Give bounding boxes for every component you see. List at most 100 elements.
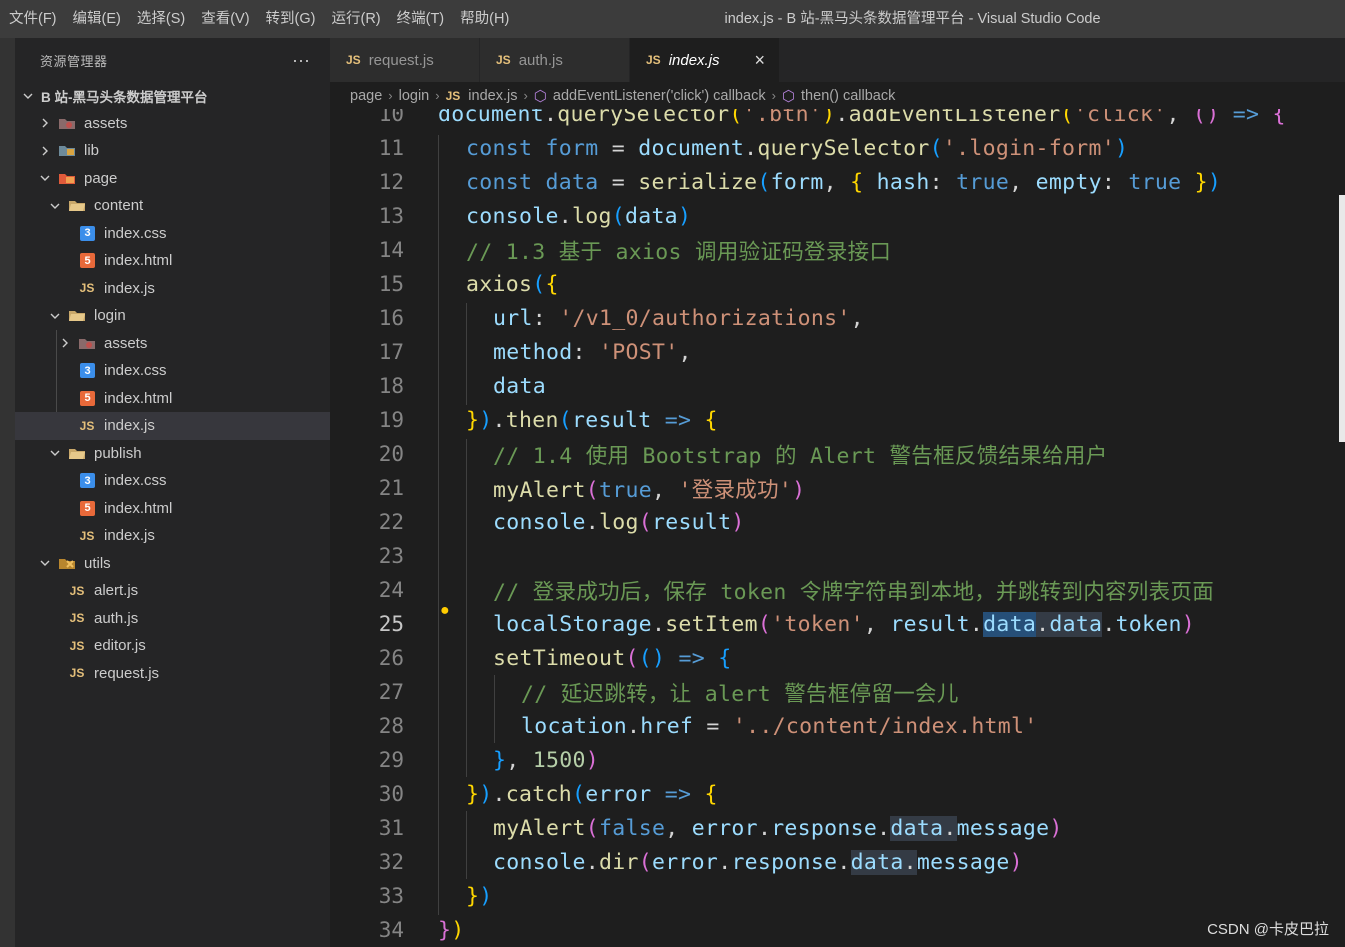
tab-request-js[interactable]: JS request.js bbox=[330, 38, 480, 82]
chevron-right-icon: › bbox=[771, 88, 776, 103]
folder-open-icon bbox=[68, 447, 86, 460]
tree-file-publish-index-css[interactable]: 3 index.css bbox=[15, 467, 330, 495]
tree-file-publish-index-html[interactable]: 5 index.html bbox=[15, 495, 330, 523]
code-line: 27 // 延迟跳转，让 alert 警告框停留一会儿 bbox=[330, 675, 1345, 709]
code-line: 28 location.href = '../content/index.htm… bbox=[330, 709, 1345, 743]
code-text: url: '/v1_0/authorizations', bbox=[493, 305, 864, 331]
chevron-down-icon bbox=[38, 171, 52, 185]
explorer-header: 资源管理器 ··· bbox=[15, 38, 330, 82]
menu-selection[interactable]: 选择(S) bbox=[130, 0, 194, 38]
chevron-right-icon: › bbox=[523, 88, 528, 103]
tree-file-publish-index-js[interactable]: JS index.js bbox=[15, 522, 330, 550]
menu-terminal[interactable]: 终端(T) bbox=[390, 0, 454, 38]
tree-file-alert-js[interactable]: JS alert.js bbox=[15, 577, 330, 605]
code-text: console.log(data) bbox=[466, 203, 692, 229]
tree-file-content-index-js[interactable]: JS index.js bbox=[15, 275, 330, 303]
tree-item-label: lib bbox=[84, 142, 100, 160]
tree-folder-publish[interactable]: publish bbox=[15, 440, 330, 468]
code-line: 10 document.querySelector('.btn').addEve… bbox=[330, 109, 1345, 131]
chevron-down-icon bbox=[21, 89, 35, 103]
tree-file-content-index-css[interactable]: 3 index.css bbox=[15, 220, 330, 248]
tree-file-auth-js[interactable]: JS auth.js bbox=[15, 605, 330, 633]
more-actions-icon[interactable]: ··· bbox=[292, 51, 310, 69]
workspace-root[interactable]: B 站-黑马头条数据管理平台 bbox=[15, 82, 330, 110]
code-line: 34 }) bbox=[330, 913, 1345, 947]
tree-file-login-index-html[interactable]: 5 index.html bbox=[15, 385, 330, 413]
line-number: 20 bbox=[378, 442, 404, 466]
menu-help[interactable]: 帮助(H) bbox=[453, 0, 518, 38]
js-file-icon: JS bbox=[79, 418, 95, 433]
breadcrumb-item[interactable]: login bbox=[399, 88, 430, 104]
code-text: localStorage.setItem('token', result.dat… bbox=[493, 611, 1196, 637]
breadcrumb-item[interactable]: addEventListener('click') callback bbox=[553, 88, 766, 104]
code-text: method: 'POST', bbox=[493, 339, 692, 365]
tab-label: index.js bbox=[668, 51, 720, 69]
code-line-current: 25 localStorage.setItem('token', result.… bbox=[330, 607, 1345, 641]
html-file-icon: 5 bbox=[80, 500, 95, 516]
code-text: axios({ bbox=[466, 271, 559, 297]
code-line: 16 url: '/v1_0/authorizations', bbox=[330, 301, 1345, 335]
tree-item-label: index.css bbox=[104, 362, 167, 380]
breadcrumb-item[interactable]: page bbox=[350, 88, 382, 104]
tree-item-label: assets bbox=[84, 114, 128, 132]
code-line: 31 myAlert(false, error.response.data.me… bbox=[330, 811, 1345, 845]
lightbulb-icon[interactable]: ● bbox=[440, 602, 450, 620]
folder-open-icon bbox=[68, 199, 86, 212]
code-line: 19 }).then(result => { bbox=[330, 403, 1345, 437]
js-file-icon: JS bbox=[646, 53, 661, 67]
tab-index-js[interactable]: JS index.js × bbox=[630, 38, 780, 82]
tree-file-editor-js[interactable]: JS editor.js bbox=[15, 632, 330, 660]
tree-folder-content[interactable]: content bbox=[15, 192, 330, 220]
menu-go[interactable]: 转到(G) bbox=[259, 0, 325, 38]
tree-item-label: auth.js bbox=[94, 609, 139, 627]
chevron-right-icon bbox=[38, 116, 52, 130]
close-icon[interactable]: × bbox=[754, 50, 765, 71]
menu-view[interactable]: 查看(V) bbox=[194, 0, 258, 38]
chevron-right-icon bbox=[38, 144, 52, 158]
tree-folder-utils[interactable]: utils bbox=[15, 550, 330, 578]
breadcrumb-item[interactable]: index.js bbox=[468, 88, 517, 104]
tree-item-label: login bbox=[94, 307, 126, 325]
tree-file-login-index-js[interactable]: JS index.js bbox=[15, 412, 330, 440]
code-text: }).then(result => { bbox=[466, 407, 718, 433]
tree-item-label: index.js bbox=[104, 279, 155, 297]
tree-item-label: index.css bbox=[104, 224, 167, 242]
tree-item-label: request.js bbox=[94, 664, 160, 682]
tree-file-content-index-html[interactable]: 5 index.html bbox=[15, 247, 330, 275]
menu-run[interactable]: 运行(R) bbox=[324, 0, 389, 38]
html-file-icon: 5 bbox=[80, 253, 95, 269]
code-comment: // 1.4 使用 Bootstrap 的 Alert 警告框反馈结果给用户 bbox=[493, 443, 1108, 469]
menu-file[interactable]: 文件(F) bbox=[2, 0, 66, 38]
tree-item-label: utils bbox=[84, 554, 111, 572]
tree-item-label: alert.js bbox=[94, 582, 139, 600]
scrollbar-thumb[interactable] bbox=[1339, 195, 1345, 442]
tree-item-label: index.js bbox=[104, 417, 155, 435]
line-number: 26 bbox=[378, 646, 404, 670]
line-number: 28 bbox=[378, 714, 404, 738]
js-file-icon: JS bbox=[346, 53, 361, 67]
method-cube-icon: ⬡ bbox=[533, 87, 547, 105]
code-line: 33 }) bbox=[330, 879, 1345, 913]
tree-folder-lib[interactable]: lib bbox=[15, 137, 330, 165]
breadcrumb-item[interactable]: then() callback bbox=[801, 88, 895, 104]
tree-folder-login-assets[interactable]: assets bbox=[15, 330, 330, 358]
folder-assets-icon bbox=[78, 337, 96, 350]
code-editor[interactable]: 10 document.querySelector('.btn').addEve… bbox=[330, 109, 1345, 947]
folder-utils-icon bbox=[58, 557, 76, 570]
tree-file-login-index-css[interactable]: 3 index.css bbox=[15, 357, 330, 385]
code-comment: // 登录成功后，保存 token 令牌字符串到本地，并跳转到内容列表页面 bbox=[493, 579, 1215, 605]
css-file-icon: 3 bbox=[80, 225, 95, 241]
code-text: console.log(result) bbox=[493, 509, 745, 535]
line-number: 16 bbox=[378, 306, 404, 330]
tab-auth-js[interactable]: JS auth.js bbox=[480, 38, 630, 82]
code-text: }) bbox=[466, 883, 493, 909]
tree-folder-page[interactable]: page bbox=[15, 165, 330, 193]
menu-edit[interactable]: 编辑(E) bbox=[66, 0, 130, 38]
js-file-icon: JS bbox=[69, 666, 85, 681]
line-number: 32 bbox=[378, 850, 404, 874]
tree-folder-assets[interactable]: assets bbox=[15, 110, 330, 138]
line-number: 15 bbox=[378, 272, 404, 296]
tree-file-request-js[interactable]: JS request.js bbox=[15, 660, 330, 688]
code-line: 18 data bbox=[330, 369, 1345, 403]
tree-folder-login[interactable]: login bbox=[15, 302, 330, 330]
